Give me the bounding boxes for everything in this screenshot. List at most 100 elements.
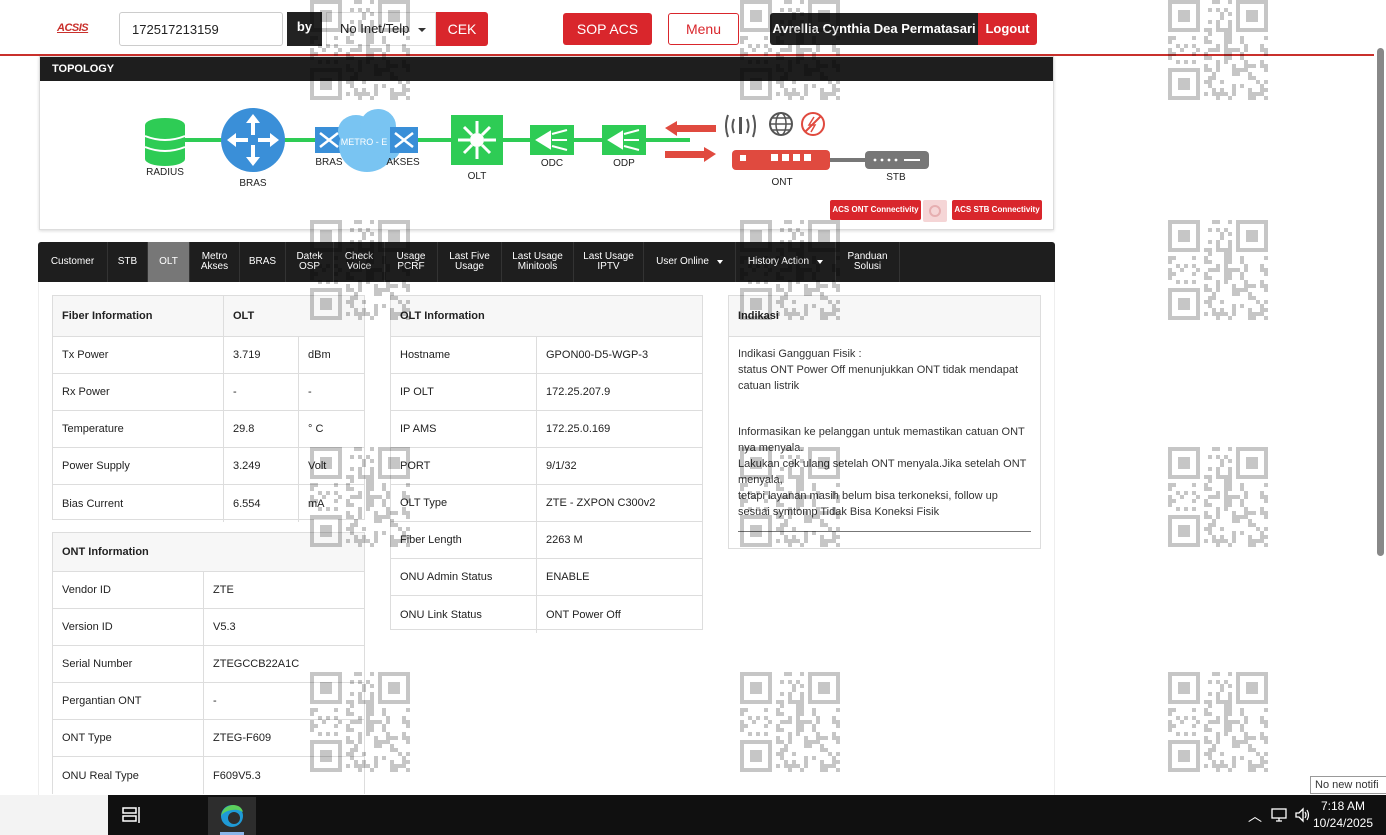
node-label-stb: STB (886, 172, 906, 183)
table-row: ONU Link Status ONT Power Off (391, 596, 702, 633)
table-header-cell: Fiber Information (53, 296, 224, 336)
router-icon (221, 108, 285, 172)
taskbar-search-area[interactable] (0, 795, 108, 835)
acs-stb-connectivity-button[interactable]: ACS STB Connectivity (952, 200, 1042, 220)
table-cell: 29.8 (224, 411, 299, 447)
tab-label: OLT (159, 256, 178, 267)
table-cell: ZTE (213, 584, 234, 596)
menu-button[interactable]: Menu (668, 13, 739, 45)
qr-watermark (740, 447, 840, 547)
tab-customer[interactable]: Customer (38, 242, 108, 282)
indikasi-line: status ONT Power Off menunjukkan ONT tid… (738, 364, 1019, 392)
notification-toast: No new notifi (1310, 776, 1386, 794)
qr-watermark (1168, 447, 1268, 547)
tab-user-online[interactable]: User Online (644, 242, 736, 282)
network-icon[interactable] (1271, 808, 1287, 822)
table-cell: Rx Power (53, 374, 224, 410)
table-cell: ONU Link Status (391, 596, 537, 633)
table-header-cell: OLT Information (400, 310, 485, 322)
app-logo[interactable]: ACSIS (57, 22, 89, 34)
olt-information-table: OLT Information Hostname GPON00-D5-WGP-3… (390, 295, 703, 633)
topology-panel: TOPOLOGY RADIUS BRAS BRAS METRO - E AKSE… (39, 56, 1054, 230)
table-cell: 172.25.207.9 (546, 386, 611, 398)
globe-icon (769, 112, 793, 136)
table-cell: 3.719 (224, 337, 299, 373)
table-cell: PORT (391, 448, 537, 484)
table-row: Tx Power 3.719 dBm (53, 337, 364, 374)
tab-label: Last Usage Minitools (512, 251, 563, 272)
tab-label: Customer (50, 256, 95, 267)
tab-last-usage-minitools[interactable]: Last Usage Minitools (502, 242, 574, 282)
node-label-akses: AKSES (386, 157, 420, 168)
table-cell: IP OLT (391, 374, 537, 410)
table-cell: ° C (308, 423, 324, 435)
table-cell: IP AMS (391, 411, 537, 447)
table-cell: ONU Real Type (53, 757, 204, 794)
qr-watermark (310, 447, 410, 547)
tab-last-usage-iptv[interactable]: Last Usage IPTV (574, 242, 644, 282)
indikasi-line (738, 410, 1031, 424)
node-label-bras: BRAS (239, 178, 267, 189)
chevron-down-icon (716, 260, 723, 264)
table-cell: ENABLE (546, 571, 590, 583)
search-input[interactable] (119, 12, 283, 46)
table-row: Fiber Length 2263 M (391, 522, 702, 559)
node-label-ont: ONT (771, 177, 793, 188)
table-cell: 9/1/32 (546, 460, 577, 472)
tab-label: User Online (656, 256, 709, 267)
topology-title: TOPOLOGY (40, 57, 1053, 81)
qr-watermark (1168, 672, 1268, 772)
table-cell: - (308, 386, 312, 398)
table-cell: 172.25.0.169 (546, 423, 611, 435)
app-window: ACSIS by No Inet/Telp CEK SOP ACS Menu A… (0, 0, 1386, 835)
qr-watermark (310, 672, 410, 772)
tab-last-five-usage[interactable]: Last Five Usage (438, 242, 502, 282)
odc-icon (530, 125, 574, 155)
ont-device-icon (732, 150, 830, 170)
tab-label: Panduan Solusi (847, 251, 888, 272)
sop-acs-button[interactable]: SOP ACS (563, 13, 652, 45)
table-cell: GPON00-D5-WGP-3 (546, 349, 649, 361)
odp-icon (602, 125, 646, 155)
system-clock[interactable]: 7:18 AM 10/24/2025 (1312, 798, 1374, 832)
scrollbar-thumb[interactable] (1377, 48, 1384, 556)
qr-watermark (310, 0, 410, 100)
tab-metro-akses[interactable]: Metro Akses (190, 242, 240, 282)
edge-taskbar-button[interactable] (208, 797, 256, 835)
clock-date: 10/24/2025 (1312, 816, 1374, 830)
antenna-icon (725, 114, 756, 138)
qr-watermark (310, 220, 410, 320)
table-row: OLT Type ZTE - ZXPON C300v2 (391, 485, 702, 522)
table-cell: ZTE - ZXPON C300v2 (546, 497, 656, 509)
node-label-radius: RADIUS (146, 167, 184, 178)
chevron-up-icon[interactable]: ︿ (1248, 806, 1262, 826)
table-row: IP OLT 172.25.207.9 (391, 374, 702, 411)
tab-label: Metro Akses (200, 251, 229, 272)
tab-bar: Customer STB OLT Metro Akses BRAS Datek … (38, 242, 1055, 282)
table-cell: Serial Number (53, 646, 204, 682)
tab-bras[interactable]: BRAS (240, 242, 286, 282)
tab-olt[interactable]: OLT (148, 242, 190, 282)
table-cell: ONU Admin Status (391, 559, 537, 595)
table-cell: 2263 M (546, 534, 583, 546)
table-header-row: OLT Information (391, 296, 702, 337)
qr-watermark (740, 672, 840, 772)
acs-ont-connectivity-button[interactable]: ACS ONT Connectivity (830, 200, 921, 220)
table-cell: Power Supply (53, 448, 224, 484)
table-cell: Temperature (53, 411, 224, 447)
tab-label: STB (117, 256, 138, 267)
volume-icon[interactable] (1294, 807, 1312, 823)
qr-watermark (740, 0, 840, 100)
table-cell: OLT Type (391, 485, 537, 521)
indikasi-line (738, 394, 1031, 410)
table-cell: Tx Power (53, 337, 224, 373)
task-view-icon[interactable] (120, 805, 142, 825)
qr-watermark (1168, 220, 1268, 320)
logout-button[interactable]: Logout (978, 13, 1037, 45)
node-label-bras2: BRAS (315, 157, 343, 168)
table-cell: - (224, 374, 299, 410)
table-cell: Bias Current (53, 485, 224, 522)
tab-panduan-solusi[interactable]: Panduan Solusi (836, 242, 900, 282)
cek-button[interactable]: CEK (436, 12, 488, 46)
tab-stb[interactable]: STB (108, 242, 148, 282)
